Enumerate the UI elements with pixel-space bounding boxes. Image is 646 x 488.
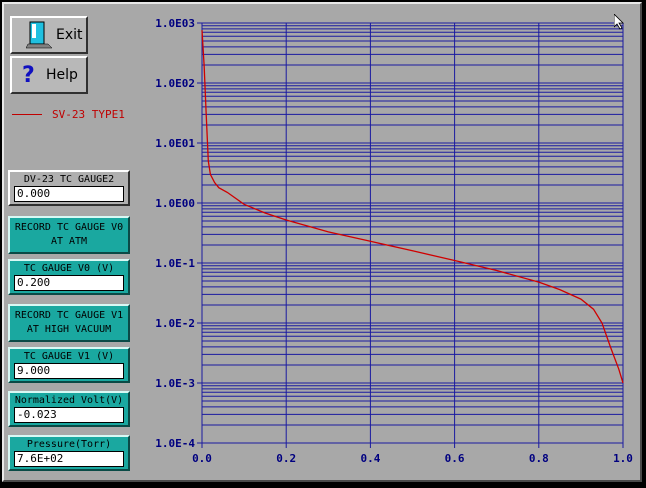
tc-gauge-v1-input[interactable]: 9.000	[14, 363, 124, 379]
dv23-gauge-label: DV-23 TC GAUGE2	[23, 174, 115, 185]
dv23-gauge-value: 0.000	[14, 186, 124, 202]
tc-gauge-v0-label: TC GAUGE V0 (V)	[23, 263, 115, 274]
normalized-volt-panel: Normalized Volt(V) -0.023	[8, 391, 130, 427]
help-label: Help	[46, 67, 78, 83]
tc-gauge-v1-panel: TC GAUGE V1 (V) 9.000	[8, 347, 130, 383]
normalized-volt-value: -0.023	[14, 407, 124, 423]
tc-gauge-v0-panel: TC GAUGE V0 (V) 0.200	[8, 259, 130, 295]
normalized-volt-label: Normalized Volt(V)	[14, 395, 124, 406]
help-button[interactable]: ? Help	[10, 56, 88, 94]
record-v1-line2: AT HIGH VACUUM	[26, 324, 112, 335]
legend-line-swatch	[12, 114, 42, 115]
record-v0-line1: RECORD TC GAUGE V0	[14, 222, 124, 233]
tc-gauge-v1-label: TC GAUGE V1 (V)	[23, 351, 115, 362]
question-mark-icon: ?	[22, 62, 35, 88]
legend-label: SV-23 TYPE1	[52, 108, 125, 121]
exit-door-icon	[26, 21, 53, 49]
record-v0-line2: AT ATM	[50, 236, 88, 247]
exit-button[interactable]: Exit	[10, 16, 88, 54]
chart-legend: SV-23 TYPE1	[12, 108, 125, 121]
pressure-panel: Pressure(Torr) 7.6E+02	[8, 435, 130, 471]
record-v1-at-high-vacuum-button[interactable]: RECORD TC GAUGE V1 AT HIGH VACUUM	[8, 304, 130, 342]
pressure-label: Pressure(Torr)	[26, 439, 112, 450]
tc-gauge-v0-input[interactable]: 0.200	[14, 275, 124, 291]
mouse-cursor-icon	[614, 14, 624, 30]
record-v0-at-atm-button[interactable]: RECORD TC GAUGE V0 AT ATM	[8, 216, 130, 254]
exit-label: Exit	[56, 27, 83, 43]
pressure-value: 7.6E+02	[14, 451, 124, 467]
record-v1-line1: RECORD TC GAUGE V1	[14, 310, 124, 321]
dv23-gauge-panel: DV-23 TC GAUGE2 0.000	[8, 170, 130, 206]
